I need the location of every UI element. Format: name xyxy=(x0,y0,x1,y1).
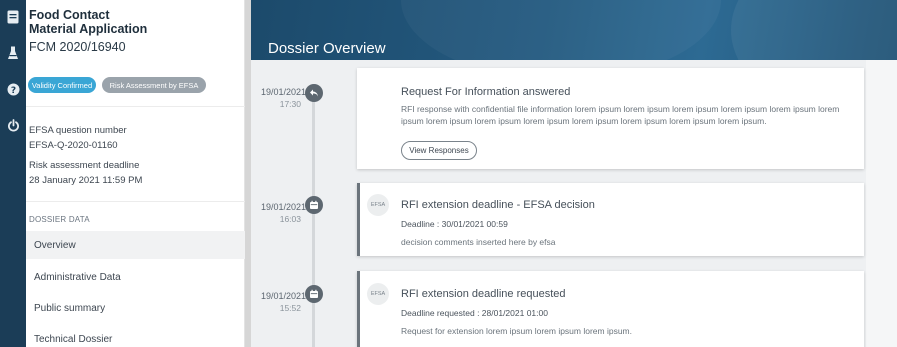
timeline-card: Request For Information answered RFI res… xyxy=(357,68,864,169)
timeline-card: EFSA RFI extension deadline requested De… xyxy=(357,271,864,347)
calendar-icon xyxy=(305,285,323,303)
nav-item-label: Overview xyxy=(34,239,76,251)
card-title: RFI extension deadline - EFSA decision xyxy=(401,199,595,211)
timeline-time: 16:03 xyxy=(279,214,301,224)
timeline-date: 19/01/2021 16:03 xyxy=(261,201,306,225)
card-text: Request for extension lorem ipsum lorem … xyxy=(401,326,633,336)
deadline-value: 28 January 2021 11:59 PM xyxy=(29,175,143,186)
question-number-value: EFSA-Q-2020-01160 xyxy=(29,140,118,151)
timeline-date-text: 19/01/2021 xyxy=(261,87,307,97)
nav-item-technical-dossier[interactable]: Technical Dossier xyxy=(26,325,245,347)
application-id: FCM 2020/16940 xyxy=(29,40,126,54)
card-text: RFI response with confidential file info… xyxy=(401,104,840,126)
timeline-time: 15:52 xyxy=(279,303,301,313)
nav-item-administrative-data[interactable]: Administrative Data xyxy=(26,263,245,291)
header-banner: Dossier Overview xyxy=(251,0,897,60)
timeline-time: 17:30 xyxy=(279,99,301,109)
dossier-data-heading: DOSSIER DATA xyxy=(29,215,90,224)
card-text: decision comments inserted here by efsa xyxy=(401,237,556,247)
application-title: Food Contact Material Application xyxy=(29,8,147,36)
view-responses-button[interactable]: View Responses xyxy=(401,141,477,160)
nav-item-public-summary[interactable]: Public summary xyxy=(26,294,245,322)
flask-icon[interactable] xyxy=(4,44,22,62)
help-icon[interactable]: ? xyxy=(4,80,22,98)
main-content: Dossier Overview 19/01/2021 17:30 Reques… xyxy=(251,0,897,347)
power-icon[interactable] xyxy=(4,116,22,134)
reply-icon xyxy=(305,84,323,102)
timeline-line xyxy=(312,93,315,347)
divider xyxy=(26,201,245,202)
application-title-line1: Food Contact xyxy=(29,8,110,22)
efsa-avatar: EFSA xyxy=(367,194,389,216)
svg-text:?: ? xyxy=(10,86,15,96)
risk-assessment-badge: Risk Assessment by EFSA xyxy=(102,77,206,93)
icon-rail: ? xyxy=(0,0,26,347)
nav-item-label: Administrative Data xyxy=(34,271,121,283)
application-title-line2: Material Application xyxy=(29,22,148,36)
card-deadline: Deadline requested : 28/01/2021 01:00 xyxy=(401,308,548,318)
nav-item-overview[interactable]: Overview xyxy=(26,231,245,259)
divider xyxy=(26,106,245,107)
efsa-avatar: EFSA xyxy=(367,283,389,305)
timeline-date: 19/01/2021 17:30 xyxy=(261,86,306,110)
card-deadline: Deadline : 30/01/2021 00:59 xyxy=(401,219,508,229)
card-title: Request For Information answered xyxy=(401,86,571,98)
validity-badge: Validity Confirmed xyxy=(28,77,96,93)
card-accent-bar xyxy=(357,183,360,256)
question-number-label: EFSA question number xyxy=(29,125,127,136)
calendar-icon xyxy=(305,196,323,214)
card-accent-bar xyxy=(357,271,360,347)
nav-item-label: Technical Dossier xyxy=(34,333,113,345)
deadline-label: Risk assessment deadline xyxy=(29,160,140,171)
nav-item-label: Public summary xyxy=(34,302,106,314)
timeline-date: 19/01/2021 15:52 xyxy=(261,290,306,314)
timeline-date-text: 19/01/2021 xyxy=(261,202,307,212)
right-gutter xyxy=(866,60,897,347)
timeline-card: EFSA RFI extension deadline - EFSA decis… xyxy=(357,183,864,256)
page-title: Dossier Overview xyxy=(268,40,386,57)
card-title: RFI extension deadline requested xyxy=(401,288,566,300)
timeline-date-text: 19/01/2021 xyxy=(261,291,307,301)
document-icon[interactable] xyxy=(4,8,22,26)
